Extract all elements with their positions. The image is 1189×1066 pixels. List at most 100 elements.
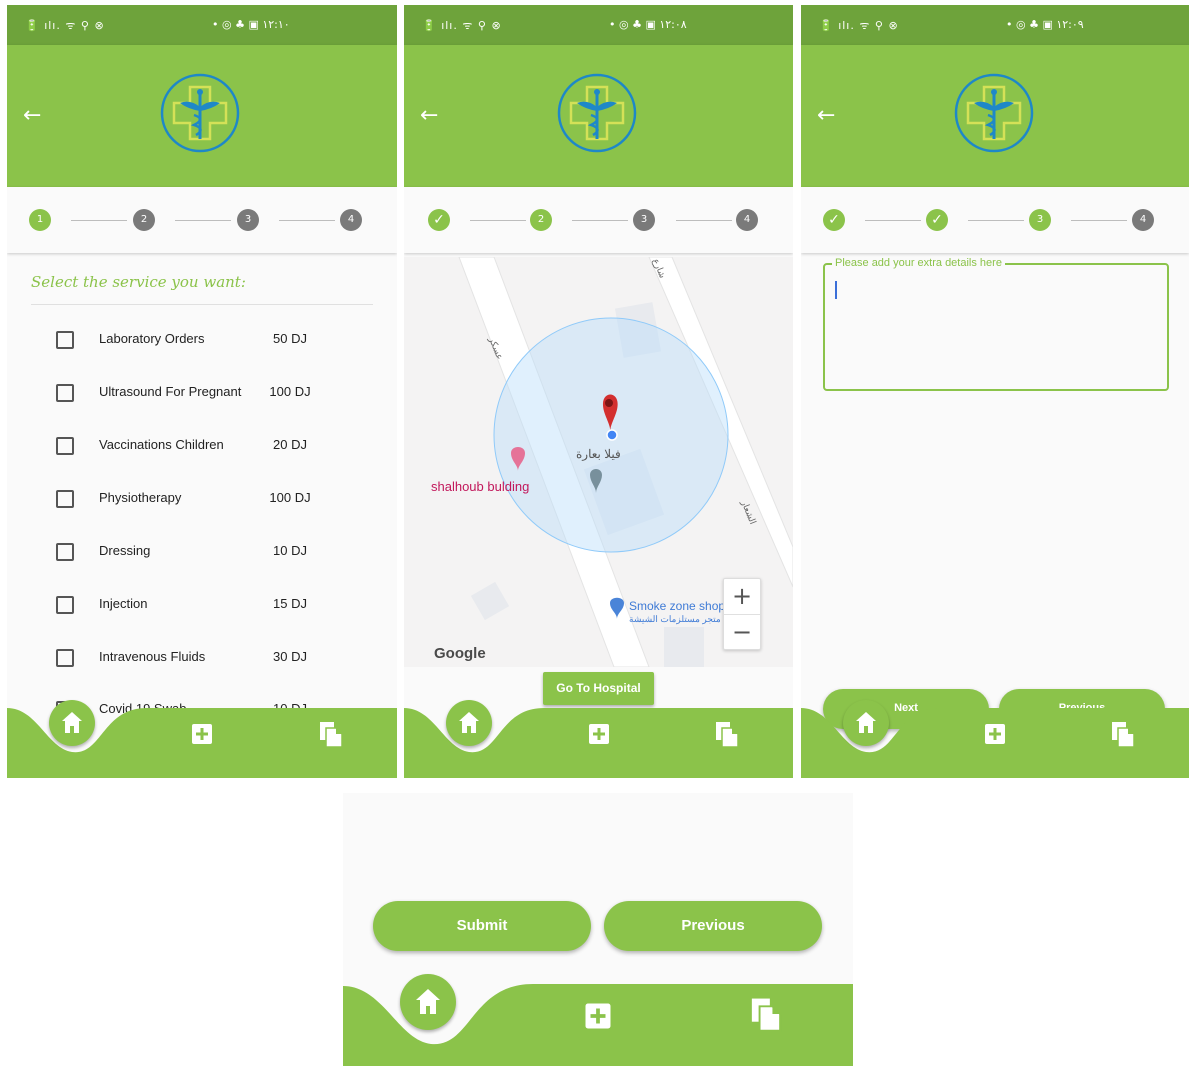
step-divider [572, 220, 628, 221]
step-2-check-icon[interactable]: ✓ [926, 209, 948, 231]
app-bar: ← [7, 45, 397, 187]
status-time: • ◎ ♣ ▣ ١٢:٠٩ [1006, 18, 1084, 31]
copy-document-icon[interactable] [714, 720, 740, 748]
home-button[interactable] [843, 700, 889, 746]
service-name: Intravenous Fluids [99, 649, 206, 664]
go-to-hospital-button[interactable]: Go To Hospital [543, 672, 654, 705]
step-3[interactable]: 3 [633, 209, 655, 231]
back-arrow-icon[interactable]: ← [420, 103, 438, 128]
stepper: ✓ 2 3 4 [404, 187, 793, 253]
text-cursor [835, 281, 837, 299]
step-divider [470, 220, 526, 221]
service-row[interactable]: Intravenous Fluids 30 DJ [7, 649, 397, 702]
service-row[interactable]: Ultrasound For Pregnant 100 DJ [7, 384, 397, 437]
back-arrow-icon[interactable]: ← [23, 103, 41, 128]
bottom-nav [404, 700, 793, 778]
service-name: Vaccinations Children [99, 437, 224, 452]
map-label-building: shalhoub bulding [431, 479, 530, 494]
service-price: 30 DJ [273, 649, 307, 664]
submit-button[interactable]: Submit [373, 901, 591, 951]
service-checkbox[interactable] [56, 384, 74, 402]
caduceus-logo [160, 73, 240, 153]
service-price: 15 DJ [273, 596, 307, 611]
step-divider [1071, 220, 1127, 221]
home-button[interactable] [49, 700, 95, 746]
service-title: Select the service you want: [31, 273, 246, 291]
step-divider [865, 220, 921, 221]
extra-details-textarea[interactable] [823, 263, 1169, 391]
divider [31, 304, 373, 305]
step-4[interactable]: 4 [340, 209, 362, 231]
back-arrow-icon[interactable]: ← [817, 103, 835, 128]
home-button[interactable] [400, 974, 456, 1030]
service-row[interactable]: Injection 15 DJ [7, 596, 397, 649]
previous-button[interactable]: Previous [604, 901, 822, 951]
status-icons: 🔋 ılı. ᯤ ⚲ ⊗ [819, 19, 899, 32]
caduceus-logo [954, 73, 1034, 153]
status-bar: 🔋 ılı. ᯤ ⚲ ⊗ • ◎ ♣ ▣ ١٢:٠٨ [404, 5, 793, 45]
service-row[interactable]: Dressing 10 DJ [7, 543, 397, 596]
service-checkbox[interactable] [56, 437, 74, 455]
zoom-controls: + − [723, 578, 761, 650]
plus-square-icon[interactable] [583, 1001, 613, 1031]
map-label-shop: Smoke zone shop [629, 599, 726, 613]
screen-submit-zoom: Submit Previous [343, 793, 853, 1066]
service-price: 20 DJ [273, 437, 307, 452]
step-divider [676, 220, 732, 221]
service-price: 100 DJ [269, 490, 311, 505]
step-4[interactable]: 4 [1132, 209, 1154, 231]
status-icons: 🔋 ılı. ᯤ ⚲ ⊗ [25, 19, 105, 32]
step-divider [968, 220, 1024, 221]
copy-document-icon[interactable] [1110, 720, 1136, 748]
service-price: 50 DJ [273, 331, 307, 346]
extra-details-label: Please add your extra details here [832, 257, 1005, 269]
zoom-out-button[interactable]: − [724, 615, 760, 650]
status-icons: 🔋 ılı. ᯤ ⚲ ⊗ [422, 19, 502, 32]
step-divider [279, 220, 335, 221]
service-checkbox[interactable] [56, 331, 74, 349]
screen-extra-details: 🔋 ılı. ᯤ ⚲ ⊗ • ◎ ♣ ▣ ١٢:٠٩ ← ✓ ✓ 3 4 Ple… [801, 5, 1189, 778]
stepper: 1 2 3 4 [7, 187, 397, 253]
map-label-villa: فيلا بعارة [576, 447, 621, 461]
service-name: Ultrasound For Pregnant [99, 384, 242, 399]
service-row[interactable]: Physiotherapy 100 DJ [7, 490, 397, 543]
step-divider [71, 220, 127, 221]
service-name: Physiotherapy [99, 490, 182, 505]
status-time: • ◎ ♣ ▣ ١٢:١٠ [212, 18, 290, 31]
step-2[interactable]: 2 [530, 209, 552, 231]
service-checkbox[interactable] [56, 649, 74, 667]
step-1-check-icon[interactable]: ✓ [823, 209, 845, 231]
service-row[interactable]: Laboratory Orders 50 DJ [7, 331, 397, 384]
screen-select-service: 🔋 ılı. ᯤ ⚲ ⊗ • ◎ ♣ ▣ ١٢:١٠ ← 1 2 3 4 Sel… [7, 5, 397, 778]
zoom-in-button[interactable]: + [724, 579, 760, 615]
plus-square-icon[interactable] [587, 722, 611, 746]
service-checkbox[interactable] [56, 596, 74, 614]
bottom-nav [801, 700, 1189, 778]
home-button[interactable] [446, 700, 492, 746]
home-icon [62, 712, 82, 733]
service-checkbox[interactable] [56, 543, 74, 561]
service-price: 100 DJ [269, 384, 311, 399]
copy-document-icon[interactable] [749, 996, 783, 1032]
google-logo: Google [434, 645, 486, 662]
bottom-nav [7, 700, 397, 778]
step-3[interactable]: 3 [237, 209, 259, 231]
app-bar: ← [801, 45, 1189, 187]
home-icon [416, 989, 440, 1014]
step-1[interactable]: 1 [29, 209, 51, 231]
step-1-check-icon[interactable]: ✓ [428, 209, 450, 231]
plus-square-icon[interactable] [983, 722, 1007, 746]
app-bar: ← [404, 45, 793, 187]
service-name: Laboratory Orders [99, 331, 205, 346]
step-2[interactable]: 2 [133, 209, 155, 231]
map-label-shop-ar: متجر مستلزمات الشيشة [629, 614, 721, 624]
service-checkbox[interactable] [56, 490, 74, 508]
step-3[interactable]: 3 [1029, 209, 1051, 231]
bottom-nav [343, 974, 853, 1066]
service-row[interactable]: Vaccinations Children 20 DJ [7, 437, 397, 490]
copy-document-icon[interactable] [318, 720, 344, 748]
plus-square-icon[interactable] [190, 722, 214, 746]
service-name: Dressing [99, 543, 151, 558]
step-4[interactable]: 4 [736, 209, 758, 231]
home-icon [459, 712, 479, 733]
